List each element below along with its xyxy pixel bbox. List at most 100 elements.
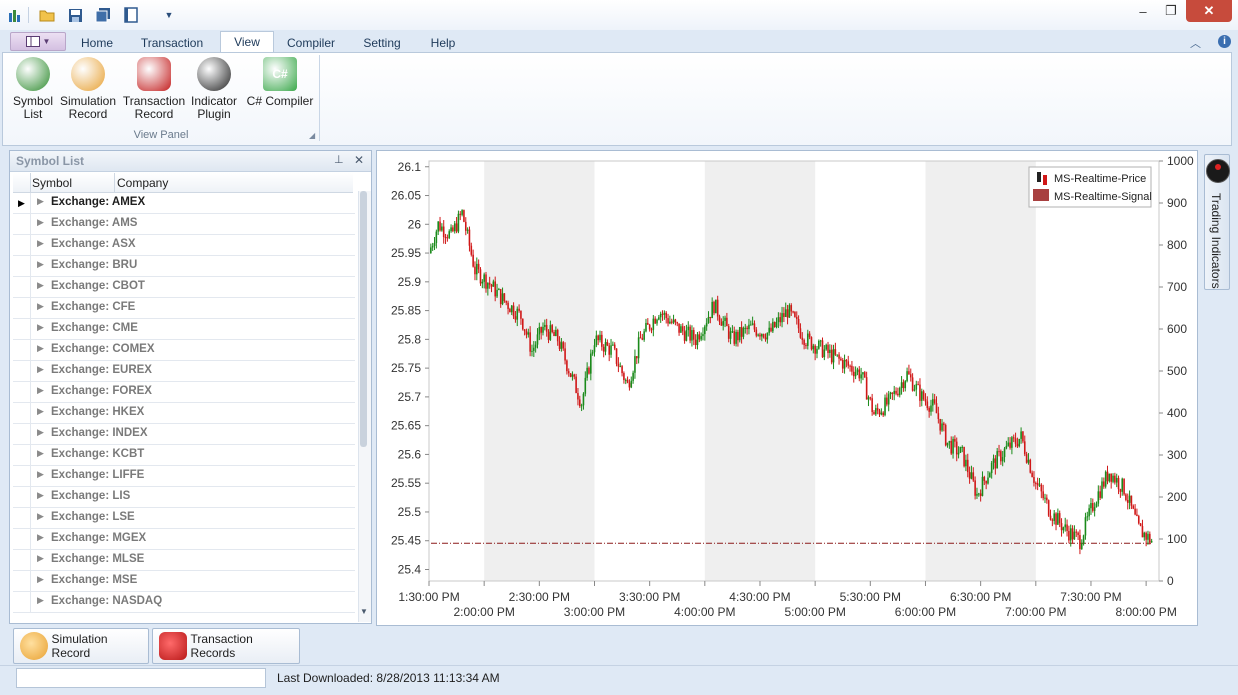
document-icon[interactable] — [122, 6, 140, 24]
y2-tick-label: 800 — [1167, 238, 1187, 252]
app-menu-button[interactable]: ▼ — [10, 32, 66, 51]
tab-setting[interactable]: Setting — [354, 33, 410, 53]
expand-icon[interactable]: ▶ — [37, 217, 44, 228]
tab-transaction-records[interactable]: Transaction Records — [152, 628, 300, 664]
help-icon[interactable]: i — [1218, 35, 1231, 48]
tab-home[interactable]: Home — [70, 33, 124, 53]
candle-body — [1023, 441, 1026, 455]
list-item[interactable]: ▶ Exchange: NASDAQ — [13, 592, 355, 613]
app-icon[interactable] — [6, 6, 24, 24]
y-tick-label: 25.65 — [391, 419, 421, 433]
tab-view[interactable]: View — [220, 31, 274, 53]
expand-icon[interactable]: ▶ — [37, 490, 44, 501]
restore-button[interactable]: ❐ — [1158, 0, 1184, 22]
ribbon-button-symbol-list[interactable]: Symbol List — [7, 57, 59, 121]
candle-body — [455, 223, 458, 232]
list-item[interactable]: ▶ Exchange: COMEX — [13, 340, 355, 361]
tab-transaction[interactable]: Transaction — [134, 33, 210, 53]
list-item[interactable]: ▶ Exchange: INDEX — [13, 424, 355, 445]
expand-icon[interactable]: ▶ — [37, 553, 44, 564]
save-icon[interactable] — [66, 6, 84, 24]
pin-icon[interactable]: ⊥ — [334, 153, 344, 166]
list-item[interactable]: ▶ Exchange: FOREX — [13, 382, 355, 403]
list-item[interactable]: ▶ ▶ Exchange: AMEX — [13, 193, 355, 214]
candle-body — [829, 349, 831, 353]
minimize-button[interactable]: – — [1130, 0, 1156, 22]
close-panel-icon[interactable]: ✕ — [354, 153, 364, 167]
expand-icon[interactable]: ▶ — [37, 427, 44, 438]
x-tick-label: 7:30:00 PM — [1060, 590, 1121, 604]
column-company[interactable]: Company — [117, 176, 168, 190]
dialog-launcher-icon[interactable]: ◢ — [309, 131, 315, 140]
ribbon-button-indicator-plugin[interactable]: Indicator Plugin — [185, 57, 243, 121]
expand-icon[interactable]: ▶ — [37, 280, 44, 291]
list-item[interactable]: ▶ Exchange: CFE — [13, 298, 355, 319]
list-item[interactable]: ▶ Exchange: MSE — [13, 571, 355, 592]
expand-icon[interactable]: ▶ — [37, 196, 44, 207]
candle-body — [1031, 472, 1033, 478]
candle-body — [564, 348, 566, 361]
trading-indicators-dock[interactable]: Trading Indicators — [1204, 154, 1230, 290]
list-item[interactable]: ▶ Exchange: LIFFE — [13, 466, 355, 487]
tab-help[interactable]: Help — [422, 33, 464, 53]
candle-body — [891, 392, 894, 394]
list-item[interactable]: ▶ Exchange: HKEX — [13, 403, 355, 424]
list-item[interactable]: ▶ Exchange: CBOT — [13, 277, 355, 298]
x-tick-label: 2:30:00 PM — [509, 590, 570, 604]
expand-icon[interactable]: ▶ — [37, 343, 44, 354]
ribbon-button-c-compiler[interactable]: C# C# Compiler — [243, 57, 317, 108]
candle-body — [977, 493, 980, 495]
open-folder-icon[interactable] — [38, 6, 56, 24]
candle-body — [834, 349, 837, 355]
candle-body — [591, 352, 594, 354]
row-indicator — [13, 508, 31, 528]
expand-icon[interactable]: ▶ — [37, 448, 44, 459]
list-item[interactable]: ▶ Exchange: BRU — [13, 256, 355, 277]
expand-icon[interactable]: ▶ — [37, 574, 44, 585]
scroll-down-icon[interactable]: ▼ — [360, 607, 368, 616]
list-item[interactable]: ▶ Exchange: CME — [13, 319, 355, 340]
list-item[interactable]: ▶ Exchange: LIS — [13, 487, 355, 508]
scrollbar-thumb[interactable] — [360, 191, 367, 447]
ribbon-button-simulation-record[interactable]: Simulation Record — [55, 57, 121, 121]
expand-icon[interactable]: ▶ — [37, 301, 44, 312]
panel-title: Symbol List — [16, 154, 85, 168]
expand-icon[interactable]: ▶ — [37, 406, 44, 417]
save-all-icon[interactable] — [94, 6, 112, 24]
list-item[interactable]: ▶ Exchange: LSE — [13, 508, 355, 529]
price-chart[interactable]: 26.1 26.05 26 25.95 25.9 25.85 25.8 25.75 25.7 25… — [377, 151, 1197, 625]
candle-body — [981, 476, 984, 496]
candle-body — [1125, 494, 1127, 501]
candle-body — [801, 337, 804, 340]
expand-icon[interactable]: ▶ — [37, 511, 44, 522]
close-button[interactable]: ✕ — [1186, 0, 1232, 22]
expand-icon[interactable]: ▶ — [37, 385, 44, 396]
candle-body — [459, 213, 462, 215]
list-item[interactable]: ▶ Exchange: ASX — [13, 235, 355, 256]
candle-body — [1012, 437, 1015, 439]
column-symbol[interactable]: Symbol — [32, 176, 72, 190]
collapse-ribbon-icon[interactable]: ︿ — [1190, 35, 1201, 51]
candle-body — [998, 451, 1000, 453]
tab-compiler[interactable]: Compiler — [280, 33, 342, 53]
list-item[interactable]: ▶ Exchange: KCBT — [13, 445, 355, 466]
candle-body — [924, 399, 927, 402]
expand-icon[interactable]: ▶ — [37, 595, 44, 606]
list-item[interactable]: ▶ Exchange: AMS — [13, 214, 355, 235]
list-item[interactable]: ▶ Exchange: EUREX — [13, 361, 355, 382]
expand-icon[interactable]: ▶ — [37, 364, 44, 375]
expand-icon[interactable]: ▶ — [37, 238, 44, 249]
expand-icon[interactable]: ▶ — [37, 322, 44, 333]
expand-icon[interactable]: ▶ — [37, 532, 44, 543]
ribbon-button-transaction-record[interactable]: Transaction Record — [119, 57, 189, 121]
expand-icon[interactable]: ▶ — [37, 259, 44, 270]
customize-dropdown-icon[interactable]: ▼ — [160, 6, 178, 24]
tab-simulation-record[interactable]: Simulation Record — [13, 628, 149, 664]
expand-icon[interactable]: ▶ — [37, 469, 44, 480]
candle-body — [987, 477, 989, 484]
candle-body — [531, 350, 533, 352]
candle-body — [498, 289, 500, 291]
candle-body — [1022, 431, 1024, 442]
list-item[interactable]: ▶ Exchange: MGEX — [13, 529, 355, 550]
list-item[interactable]: ▶ Exchange: MLSE — [13, 550, 355, 571]
